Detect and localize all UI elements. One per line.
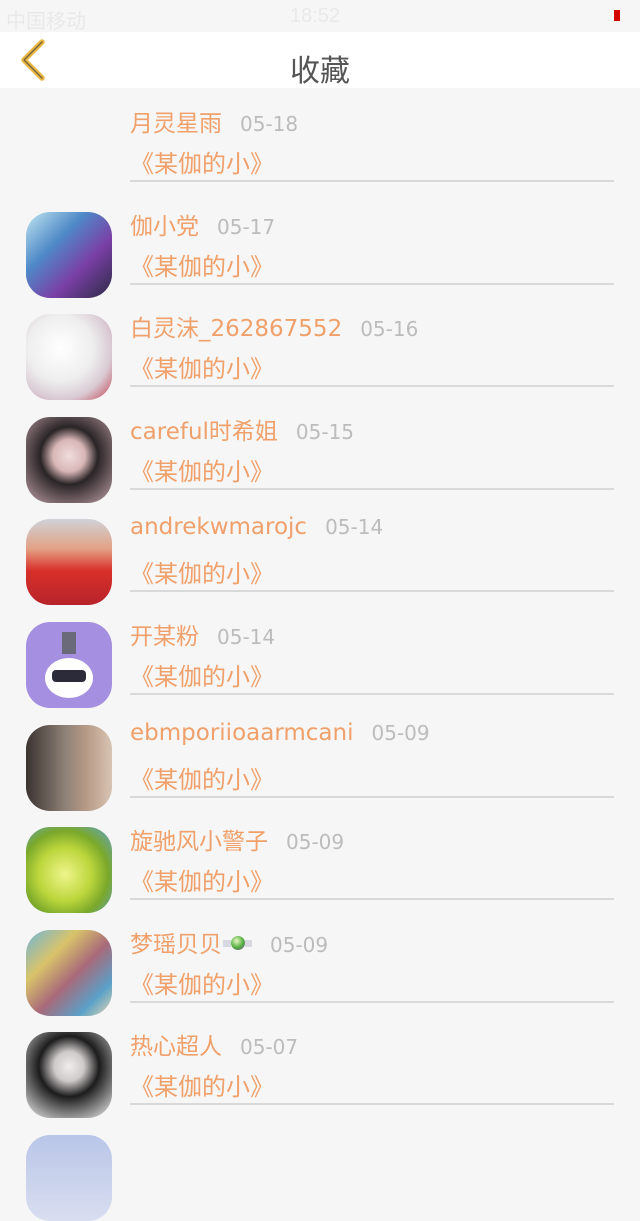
avatar[interactable] <box>26 621 112 708</box>
user-name[interactable]: 梦瑶贝贝 <box>130 932 222 958</box>
favorites-list: 月灵星雨 05-18 《某伽的小》 伽小党 05-17 《某伽的小》 白灵沫_262… <box>0 88 640 1221</box>
user-name[interactable]: 白灵沫_262867552 <box>130 316 342 342</box>
status-time: 18:52 <box>290 5 341 27</box>
user-name[interactable]: careful时希姐 <box>130 419 278 445</box>
work-title[interactable]: 《某伽的小》 <box>130 862 274 897</box>
battery-icon <box>598 10 620 21</box>
user-name[interactable]: 热心超人 <box>130 1034 222 1060</box>
user-name[interactable]: andrekwmarojc <box>130 514 307 540</box>
favorite-date: 05-09 <box>270 932 329 957</box>
nav-bar: 收藏 <box>0 32 640 89</box>
divider <box>130 898 614 901</box>
avatar[interactable] <box>26 724 112 811</box>
divider <box>130 1103 614 1106</box>
user-name[interactable]: 月灵星雨 <box>130 111 222 137</box>
favorite-item[interactable]: andrekwmarojc 05-14 《某伽的小》 <box>0 498 640 606</box>
work-title[interactable]: 《某伽的小》 <box>130 657 274 692</box>
work-title[interactable]: 《某伽的小》 <box>130 247 274 282</box>
carrier-label: 中国移动 <box>6 11 86 33</box>
favorite-item[interactable]: careful时希姐 05-15 《某伽的小》 <box>0 396 640 503</box>
work-title[interactable]: 《某伽的小》 <box>130 452 274 487</box>
favorite-item[interactable]: 月灵星雨 05-18 《某伽的小》 <box>0 88 640 191</box>
favorite-date: 05-14 <box>217 624 276 649</box>
favorite-date: 05-16 <box>360 317 419 342</box>
favorite-item[interactable]: 梦瑶贝贝 05-09 《某伽的小》 <box>0 909 640 1016</box>
status-bar: 中国移动 18:52 <box>0 0 640 33</box>
divider <box>130 487 614 490</box>
favorite-item[interactable]: 开某粉 05-14 《某伽的小》 <box>0 601 640 708</box>
favorite-item[interactable]: 旋驰风小警子 05-09 《某伽的小》 <box>0 806 640 914</box>
favorite-date: 05-07 <box>240 1035 299 1060</box>
avatar[interactable] <box>26 1032 112 1119</box>
favorite-item[interactable]: 白灵沫_262867552 05-16 《某伽的小》 <box>0 293 640 401</box>
favorite-item[interactable]: 热心超人 05-07 《某伽的小》 <box>0 1011 640 1119</box>
favorite-date: 05-17 <box>217 214 276 239</box>
favorite-item[interactable]: 伽小党 05-17 《某伽的小》 <box>0 191 640 298</box>
divider <box>130 795 614 798</box>
user-name[interactable]: 旋驰风小警子 <box>130 829 268 855</box>
page-title: 收藏 <box>290 54 350 89</box>
avatar[interactable] <box>26 827 112 914</box>
user-name[interactable]: ebmporiioaarmcani <box>130 720 354 746</box>
favorite-date: 05-18 <box>240 112 299 136</box>
favorite-date: 05-15 <box>295 419 355 444</box>
divider <box>130 590 614 593</box>
work-title[interactable]: 《某伽的小》 <box>130 760 274 795</box>
user-name[interactable]: 伽小党 <box>130 214 199 240</box>
favorite-item-partial[interactable] <box>0 1114 640 1221</box>
avatar[interactable] <box>26 416 112 503</box>
avatar[interactable] <box>26 314 112 401</box>
divider <box>130 385 614 388</box>
avatar[interactable] <box>26 1134 112 1221</box>
work-title[interactable]: 《某伽的小》 <box>130 554 274 589</box>
divider <box>130 282 614 285</box>
favorite-date: 05-09 <box>286 830 345 855</box>
work-title[interactable]: 《某伽的小》 <box>130 349 274 384</box>
favorite-date: 05-09 <box>371 720 430 745</box>
divider <box>130 180 614 182</box>
favorite-item[interactable]: ebmporiioaarmcani 05-09 《某伽的小》 <box>0 704 640 811</box>
avatar[interactable] <box>26 211 112 298</box>
divider <box>130 692 614 695</box>
candy-emoji-icon <box>222 933 252 955</box>
work-title[interactable]: 《某伽的小》 <box>130 144 274 179</box>
work-title[interactable]: 《某伽的小》 <box>130 1067 274 1102</box>
work-title[interactable]: 《某伽的小》 <box>130 965 274 1000</box>
avatar[interactable] <box>26 519 112 606</box>
user-name[interactable]: 开某粉 <box>130 624 199 650</box>
avatar[interactable] <box>26 929 112 1016</box>
cartoon-rabbit-icon <box>45 631 93 698</box>
divider <box>130 1000 614 1003</box>
favorite-date: 05-14 <box>325 515 384 540</box>
